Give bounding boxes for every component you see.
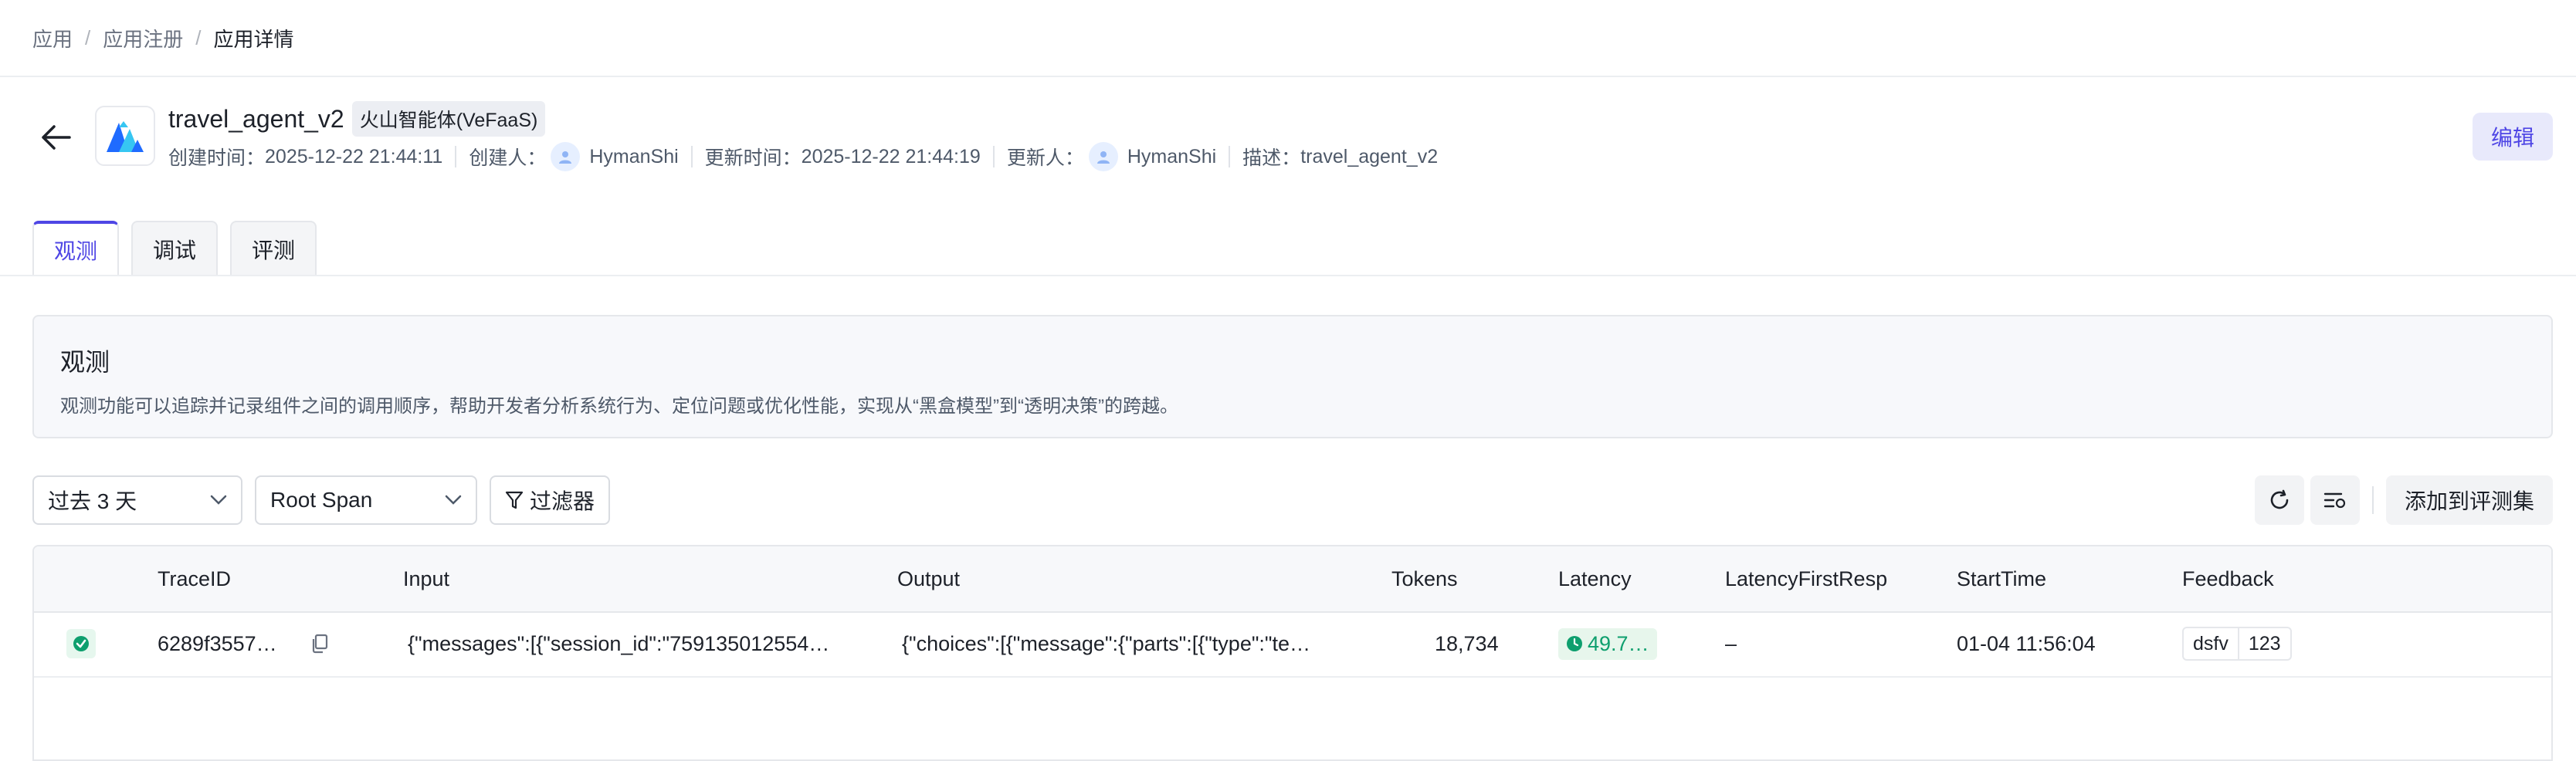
input-cell[interactable]: {"messages":[{"session_id":"759135012554… — [408, 611, 829, 676]
filter-button[interactable]: 过滤器 — [490, 475, 610, 525]
column-header-output[interactable]: Output — [897, 546, 960, 611]
trace-table: TraceID Input Output Tokens Latency Late… — [32, 545, 2553, 761]
status-cell — [66, 611, 96, 676]
time-range-value: 过去 3 天 — [48, 489, 137, 513]
copy-icon — [312, 634, 328, 654]
status-badge — [66, 629, 96, 658]
creator-name: HymanShi — [589, 145, 679, 167]
column-header-start-time[interactable]: StartTime — [1957, 546, 2046, 611]
updater-label: 更新人： — [1006, 147, 1084, 169]
header-divider — [0, 76, 2576, 77]
feedback-tag[interactable]: dsfv 123 — [2182, 627, 2292, 661]
chevron-down-icon — [445, 495, 462, 505]
column-header-traceid[interactable]: TraceID — [158, 546, 231, 611]
tab-evaluate[interactable]: 评测 — [230, 221, 317, 276]
add-to-eval-set-button[interactable]: 添加到评测集 — [2386, 475, 2553, 525]
toolbar-divider — [2372, 486, 2374, 514]
app-type-tag: 火山智能体(VeFaaS) — [351, 101, 546, 137]
latency-badge: 49.7… — [1558, 627, 1657, 660]
updated-time-value: 2025-12-22 21:44:19 — [801, 145, 981, 167]
updater-name: HymanShi — [1127, 145, 1217, 167]
tab-observe[interactable]: 观测 — [32, 221, 120, 276]
description: 描述： travel_agent_v2 — [1242, 143, 1438, 171]
updated-time: 更新时间： 2025-12-22 21:44:19 — [705, 143, 981, 171]
description-value: travel_agent_v2 — [1300, 145, 1439, 167]
created-time: 创建时间： 2025-12-22 21:44:11 — [168, 143, 442, 171]
info-description: 观测功能可以追踪并记录组件之间的调用顺序，帮助开发者分析系统行为、定位问题或优化… — [60, 396, 1178, 417]
app-logo — [95, 106, 155, 166]
breadcrumb-separator: / — [195, 25, 202, 49]
trace-id-cell[interactable]: 6289f3557… — [158, 611, 277, 676]
meta-divider — [690, 146, 693, 167]
back-button[interactable] — [36, 117, 76, 157]
meta-divider — [992, 146, 995, 167]
created-time-label: 创建时间： — [168, 147, 266, 169]
breadcrumb-item-apps[interactable]: 应用 — [32, 24, 73, 52]
updater: 更新人： HymanShi — [1007, 142, 1216, 171]
table-row[interactable]: 6289f3557… {"messages":[{"session_id":"7… — [34, 611, 2551, 678]
meta-divider — [455, 146, 457, 167]
tab-bar: 观测 调试 评测 — [32, 221, 317, 276]
avatar — [1088, 142, 1118, 171]
column-header-input[interactable]: Input — [403, 546, 449, 611]
chevron-down-icon — [210, 495, 227, 505]
column-header-latency[interactable]: Latency — [1558, 546, 1632, 611]
column-settings-button[interactable] — [2310, 475, 2360, 525]
feedback-key: dsfv — [2193, 632, 2229, 654]
avatar — [551, 142, 581, 171]
description-label: 描述： — [1242, 147, 1301, 169]
user-icon — [559, 151, 572, 164]
meta-divider — [1229, 146, 1231, 167]
column-header-tokens[interactable]: Tokens — [1391, 546, 1458, 611]
breadcrumb: 应用 / 应用注册 / 应用详情 — [32, 0, 294, 76]
volcano-logo-icon — [107, 121, 144, 152]
latency-cell: 49.7… — [1558, 611, 1657, 676]
edit-button[interactable]: 编辑 — [2473, 113, 2553, 161]
start-time-cell: 01-04 11:56:04 — [1957, 631, 2096, 655]
creator-label: 创建人： — [469, 147, 547, 169]
app-meta-row: 创建时间： 2025-12-22 21:44:11 创建人： HymanShi … — [168, 142, 1438, 171]
column-header-latency-first-resp[interactable]: LatencyFirstResp — [1725, 546, 1887, 611]
tab-debug[interactable]: 调试 — [131, 221, 219, 276]
refresh-icon — [2270, 489, 2289, 509]
latency-first-resp-cell: – — [1725, 631, 1737, 655]
clock-icon — [1567, 636, 1582, 651]
latency-value: 49.7… — [1588, 631, 1649, 655]
list-settings-icon — [2323, 492, 2346, 509]
refresh-button[interactable] — [2255, 475, 2304, 525]
creator: 创建人： HymanShi — [469, 142, 679, 171]
breadcrumb-item-app-registry[interactable]: 应用注册 — [103, 24, 183, 52]
table-header: TraceID Input Output Tokens Latency Late… — [34, 546, 2551, 613]
feedback-value: 123 — [2248, 632, 2281, 654]
output-cell[interactable]: {"choices":[{"message":{"parts":[{"type"… — [902, 611, 1310, 676]
info-title: 观测 — [60, 348, 110, 376]
app-name: travel_agent_v2 — [168, 104, 344, 133]
created-time-value: 2025-12-22 21:44:11 — [265, 145, 443, 167]
tabs-divider — [0, 275, 2576, 276]
updated-time-label: 更新时间： — [704, 147, 802, 169]
app-title-row: travel_agent_v2 火山智能体(VeFaaS) — [168, 101, 546, 137]
check-circle-icon — [73, 636, 89, 651]
observe-info-panel: 观测 观测功能可以追踪并记录组件之间的调用顺序，帮助开发者分析系统行为、定位问题… — [32, 315, 2553, 438]
span-type-select[interactable]: Root Span — [255, 475, 477, 525]
tokens-cell: 18,734 — [1435, 631, 1499, 655]
filter-label: 过滤器 — [529, 489, 595, 513]
feedback-cell: dsfv 123 — [2182, 611, 2292, 676]
breadcrumb-item-app-detail: 应用详情 — [213, 27, 294, 51]
copy-trace-id-button[interactable] — [310, 611, 329, 676]
column-header-feedback[interactable]: Feedback — [2182, 546, 2274, 611]
span-type-value: Root Span — [270, 488, 373, 512]
arrow-left-icon — [42, 125, 71, 150]
filter-icon — [505, 491, 524, 509]
breadcrumb-separator: / — [85, 25, 91, 49]
user-icon — [1096, 151, 1110, 164]
time-range-select[interactable]: 过去 3 天 — [32, 475, 242, 525]
